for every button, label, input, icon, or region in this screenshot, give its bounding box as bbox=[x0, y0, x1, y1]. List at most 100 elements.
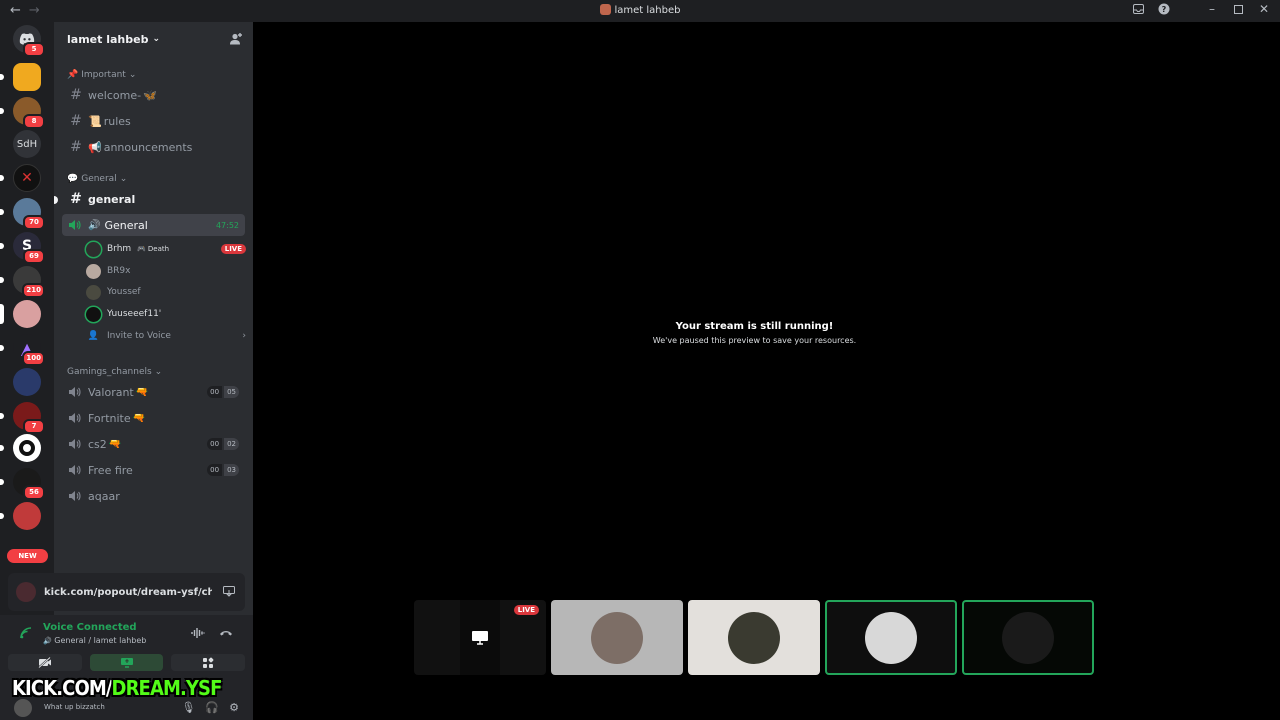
voice-user-yuuseeef11[interactable]: Yuuseeef11' bbox=[86, 304, 246, 324]
camera-off-button[interactable] bbox=[8, 654, 82, 671]
avatar bbox=[1002, 611, 1054, 664]
user-controls: 🎙 🎧 ⚙ bbox=[181, 701, 239, 714]
invite-to-voice-button[interactable]: 👤 Invite to Voice › bbox=[86, 326, 246, 346]
channel-valorant[interactable]: Valorant 🔫 00 05 bbox=[62, 381, 245, 403]
server-button[interactable] bbox=[0, 63, 41, 91]
minimize-icon[interactable]: – bbox=[1206, 2, 1218, 16]
discord-home-button[interactable]: 5 bbox=[13, 25, 45, 57]
server-button[interactable]: ▲ 100 bbox=[0, 334, 45, 366]
channel-general-voice[interactable]: 🔊 General 47:52 bbox=[62, 214, 245, 236]
avatar[interactable] bbox=[14, 699, 32, 717]
gear-icon[interactable]: ⚙ bbox=[229, 701, 239, 714]
maximize-icon[interactable] bbox=[1232, 3, 1244, 15]
channel-label: Fortnite bbox=[88, 411, 131, 425]
disconnect-icon[interactable] bbox=[219, 627, 233, 642]
watermark-domain: KICK.COM/ bbox=[12, 676, 112, 700]
channel-fortnite[interactable]: Fortnite 🔫 bbox=[62, 407, 245, 429]
server-button[interactable]: 210 bbox=[0, 266, 45, 298]
server-button[interactable]: 8 bbox=[0, 97, 45, 129]
channel-freefire[interactable]: Free fire 00 03 bbox=[62, 459, 245, 481]
voice-control-buttons bbox=[8, 654, 246, 671]
unread-pill bbox=[0, 209, 4, 215]
gun-emoji-icon: 🔫 bbox=[108, 438, 122, 450]
speaker-icon bbox=[68, 464, 84, 476]
scroll-emoji-icon: 📜 bbox=[88, 114, 102, 128]
new-badge: NEW bbox=[7, 549, 48, 563]
participant-tile-speaking[interactable] bbox=[825, 600, 957, 675]
participant-tile-speaking[interactable] bbox=[962, 600, 1094, 675]
headphones-icon[interactable]: 🎧 bbox=[205, 701, 219, 714]
chevron-right-icon: › bbox=[242, 331, 246, 341]
svg-text:?: ? bbox=[1162, 5, 1167, 14]
unread-pill bbox=[0, 175, 4, 181]
channel-aqaar[interactable]: aqaar bbox=[62, 485, 245, 507]
avatar bbox=[86, 241, 101, 257]
server-button[interactable] bbox=[0, 300, 41, 328]
signal-icon[interactable] bbox=[20, 627, 32, 642]
voice-status-label[interactable]: Voice Connected bbox=[43, 622, 137, 633]
server-button[interactable] bbox=[13, 368, 41, 396]
voice-user-brhm[interactable]: Brhm 🎮 Death LIVE bbox=[86, 239, 246, 259]
unread-pill bbox=[0, 479, 4, 485]
server-button[interactable]: 70 bbox=[0, 198, 45, 230]
channel-general-text[interactable]: # general bbox=[62, 188, 245, 210]
channel-label: Free fire bbox=[88, 463, 133, 477]
server-avatar bbox=[13, 502, 41, 530]
channel-rules[interactable]: # 📜 rules bbox=[62, 110, 245, 132]
speaker-icon: 🔊 bbox=[43, 637, 52, 645]
server-button[interactable]: 7 bbox=[0, 402, 45, 434]
server-button-sdh[interactable]: SdH bbox=[13, 130, 41, 158]
server-avatar bbox=[13, 300, 41, 328]
server-button[interactable]: 56 bbox=[0, 468, 45, 500]
speaker-icon bbox=[68, 490, 84, 502]
close-icon[interactable]: ✕ bbox=[1258, 2, 1270, 16]
server-button[interactable]: S 69 bbox=[0, 232, 45, 264]
unread-pill bbox=[0, 277, 4, 283]
channel-welcome[interactable]: # welcome- 🦋 bbox=[62, 84, 245, 106]
server-button[interactable]: ✕ bbox=[0, 164, 41, 192]
inbox-icon[interactable] bbox=[1132, 3, 1144, 15]
channel-cs2[interactable]: cs2 🔫 00 02 bbox=[62, 433, 245, 455]
add-person-icon: 👤 bbox=[87, 331, 100, 341]
voice-location[interactable]: 🔊 General / lamet lahbeb bbox=[43, 636, 146, 645]
avatar bbox=[86, 306, 101, 322]
help-icon[interactable]: ? bbox=[1158, 3, 1170, 15]
server-avatar bbox=[13, 63, 41, 91]
add-member-icon[interactable] bbox=[229, 32, 243, 46]
screen-share-button[interactable] bbox=[89, 654, 164, 671]
activities-button[interactable] bbox=[171, 654, 246, 671]
microphone-icon[interactable]: 🎙 bbox=[181, 701, 195, 714]
count-limit: 05 bbox=[224, 386, 239, 398]
server-button[interactable] bbox=[0, 434, 41, 462]
speaker-icon bbox=[68, 438, 84, 450]
notification-badge: 70 bbox=[23, 215, 45, 230]
participant-tile[interactable] bbox=[688, 600, 820, 675]
chevron-down-icon: ⌄ bbox=[154, 367, 163, 377]
stream-thumbnail bbox=[460, 600, 500, 675]
unread-pill bbox=[0, 513, 4, 519]
speech-bubble-icon: 💬 bbox=[67, 174, 79, 184]
speaker-icon bbox=[68, 386, 84, 398]
category-general[interactable]: 💬 General ⌄ bbox=[67, 174, 127, 184]
channel-announcements[interactable]: # 📢 announcements bbox=[62, 136, 245, 158]
voice-user-name: Yuuseeef11' bbox=[107, 309, 162, 319]
server-icon bbox=[599, 4, 611, 15]
server-button[interactable] bbox=[0, 502, 41, 530]
popout-icon[interactable] bbox=[223, 586, 235, 598]
unread-pill bbox=[0, 345, 4, 351]
popout-window-panel[interactable]: kick.com/popout/dream-ysf/chat... bbox=[8, 573, 245, 611]
voice-user-name: BR9x bbox=[107, 266, 131, 276]
guild-header[interactable]: lamet lahbeb ⌄ bbox=[54, 22, 253, 56]
stream-tile[interactable]: LIVE bbox=[414, 600, 546, 675]
voice-user-youssef[interactable]: Youssef bbox=[86, 282, 246, 302]
noise-suppression-icon[interactable] bbox=[191, 627, 205, 642]
voice-user-br9x[interactable]: BR9x bbox=[86, 261, 246, 281]
server-avatar bbox=[13, 434, 41, 462]
category-important[interactable]: 📌 Important ⌄ bbox=[67, 70, 136, 80]
butterfly-emoji-icon: 🦋 bbox=[143, 88, 157, 102]
notification-badge: 8 bbox=[23, 114, 45, 129]
participant-tile[interactable] bbox=[551, 600, 683, 675]
window-title-text: lamet lahbeb bbox=[614, 5, 681, 16]
category-gaming[interactable]: Gamings_channels ⌄ bbox=[67, 367, 162, 377]
chevron-down-icon: ⌄ bbox=[128, 70, 137, 80]
